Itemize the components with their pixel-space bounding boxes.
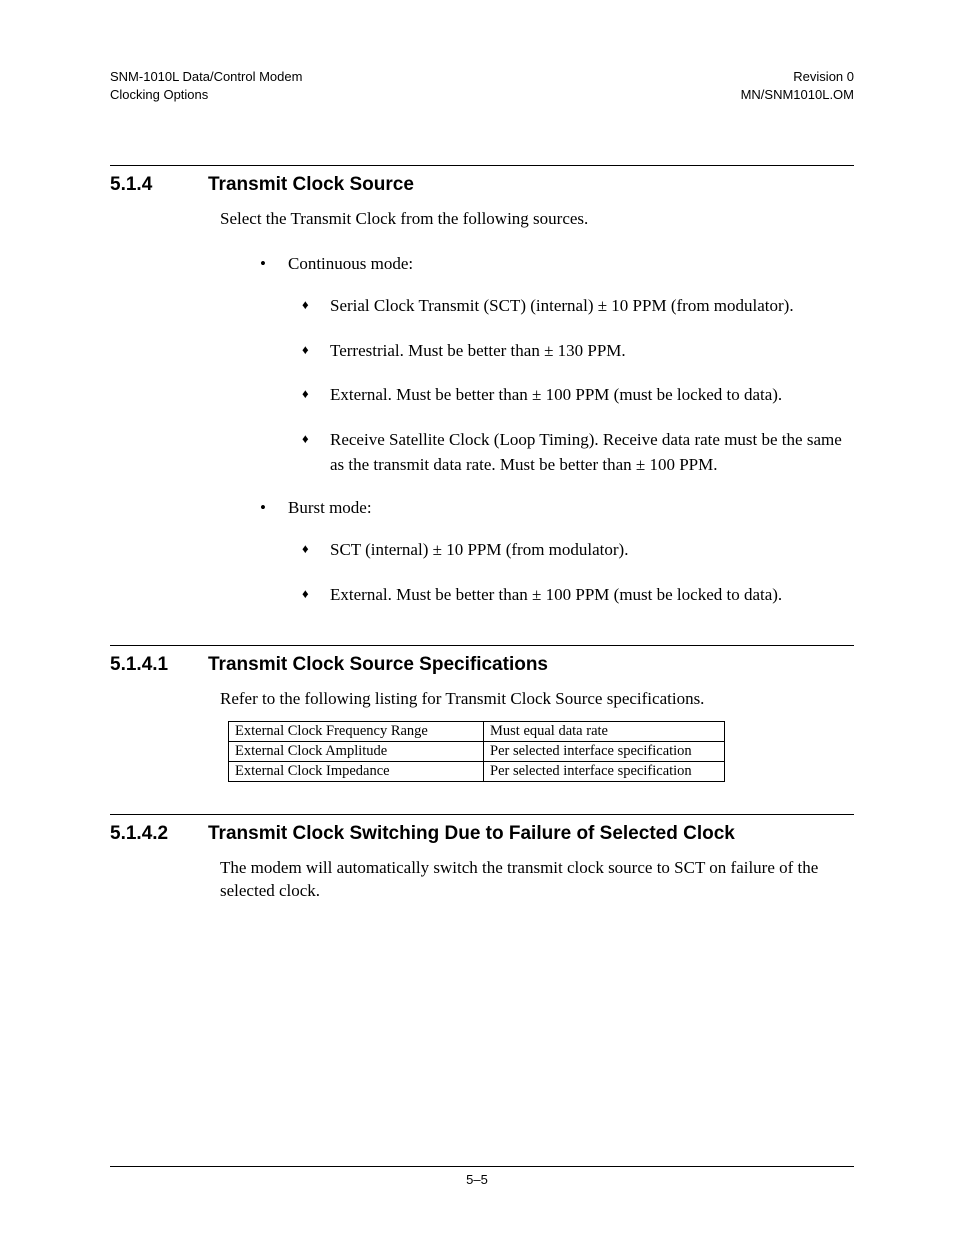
header-left-line1: SNM-1010L Data/Control Modem xyxy=(110,69,302,84)
intro-para: The modem will automatically switch the … xyxy=(220,857,854,903)
table-cell: Per selected interface specification xyxy=(484,762,725,782)
header-right: Revision 0 MN/SNM1010L.OM xyxy=(741,68,854,103)
list-item: Terrestrial. Must be better than ± 130 P… xyxy=(302,339,854,364)
list-label: Burst mode: xyxy=(288,498,372,517)
intro-para: Select the Transmit Clock from the follo… xyxy=(220,208,854,231)
heading-number: 5.1.4 xyxy=(110,174,208,196)
header-left-line2: Clocking Options xyxy=(110,87,208,102)
table-cell: External Clock Amplitude xyxy=(229,742,484,762)
heading-5141: 5.1.4.1 Transmit Clock Source Specificat… xyxy=(110,654,854,676)
section-5142: 5.1.4.2 Transmit Clock Switching Due to … xyxy=(110,814,854,903)
heading-514: 5.1.4 Transmit Clock Source xyxy=(110,174,854,196)
table-cell: External Clock Impedance xyxy=(229,762,484,782)
sub-list: SCT (internal) ± 10 PPM (from modulator)… xyxy=(302,538,854,607)
section-514: 5.1.4 Transmit Clock Source Select the T… xyxy=(110,165,854,607)
header-left: SNM-1010L Data/Control Modem Clocking Op… xyxy=(110,68,302,103)
page-number: 5–5 xyxy=(0,1172,954,1187)
page-header: SNM-1010L Data/Control Modem Clocking Op… xyxy=(110,68,854,103)
section-rule xyxy=(110,814,854,815)
bullet-list: Continuous mode: Serial Clock Transmit (… xyxy=(260,253,854,607)
section-rule xyxy=(110,165,854,166)
header-right-line2: MN/SNM1010L.OM xyxy=(741,87,854,102)
table-row: External Clock Amplitude Per selected in… xyxy=(229,742,725,762)
intro-para: Refer to the following listing for Trans… xyxy=(220,688,854,711)
page: SNM-1010L Data/Control Modem Clocking Op… xyxy=(0,0,954,1235)
footer-rule xyxy=(110,1166,854,1167)
list-item: External. Must be better than ± 100 PPM … xyxy=(302,583,854,608)
heading-5142: 5.1.4.2 Transmit Clock Switching Due to … xyxy=(110,823,854,845)
table-cell: External Clock Frequency Range xyxy=(229,722,484,742)
table-row: External Clock Impedance Per selected in… xyxy=(229,762,725,782)
header-right-line1: Revision 0 xyxy=(793,69,854,84)
table-cell: Must equal data rate xyxy=(484,722,725,742)
table-cell: Per selected interface specification xyxy=(484,742,725,762)
table-row: External Clock Frequency Range Must equa… xyxy=(229,722,725,742)
list-item: Continuous mode: Serial Clock Transmit (… xyxy=(260,253,854,477)
section-rule xyxy=(110,645,854,646)
section-5141: 5.1.4.1 Transmit Clock Source Specificat… xyxy=(110,645,854,782)
heading-number: 5.1.4.1 xyxy=(110,654,208,676)
heading-number: 5.1.4.2 xyxy=(110,823,208,845)
list-item: SCT (internal) ± 10 PPM (from modulator)… xyxy=(302,538,854,563)
heading-title: Transmit Clock Source xyxy=(208,174,414,196)
heading-title: Transmit Clock Source Specifications xyxy=(208,654,548,676)
list-item: Burst mode: SCT (internal) ± 10 PPM (fro… xyxy=(260,497,854,607)
spec-table: External Clock Frequency Range Must equa… xyxy=(228,721,725,782)
list-label: Continuous mode: xyxy=(288,254,413,273)
heading-title: Transmit Clock Switching Due to Failure … xyxy=(208,823,735,845)
sub-list: Serial Clock Transmit (SCT) (internal) ±… xyxy=(302,294,854,477)
list-item: Receive Satellite Clock (Loop Timing). R… xyxy=(302,428,854,477)
list-item: Serial Clock Transmit (SCT) (internal) ±… xyxy=(302,294,854,319)
list-item: External. Must be better than ± 100 PPM … xyxy=(302,383,854,408)
